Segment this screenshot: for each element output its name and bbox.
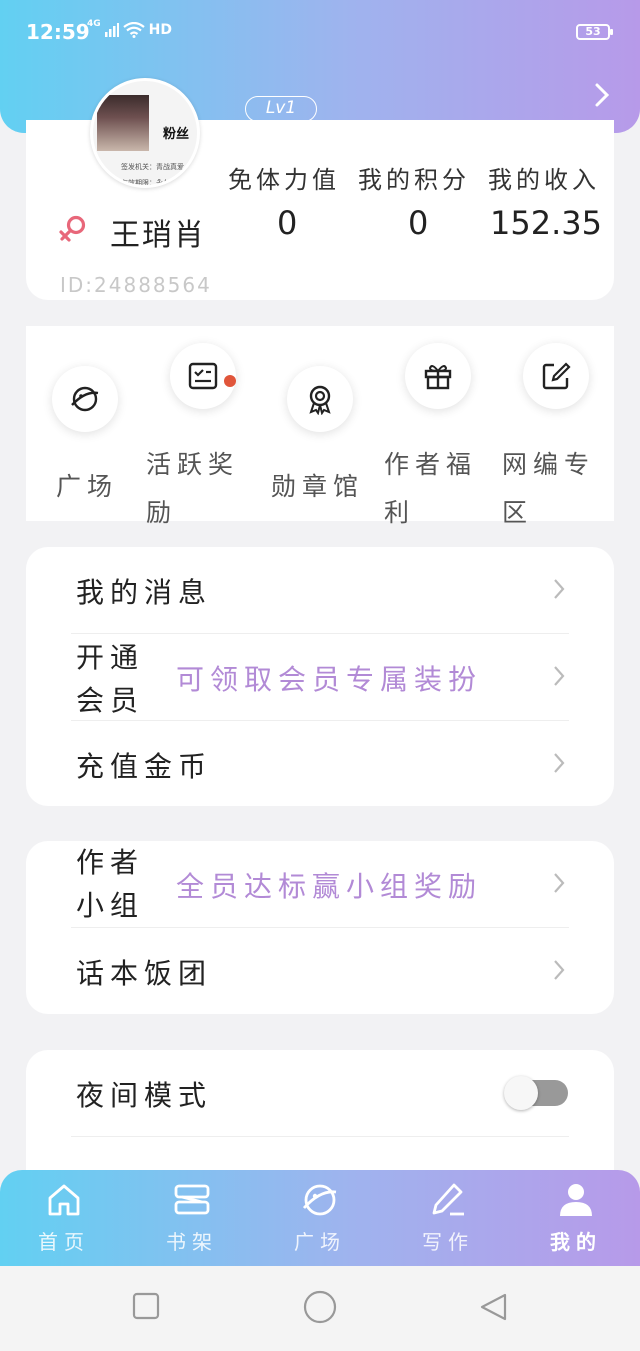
menu-item-label: 充值金币 xyxy=(76,750,213,783)
menu-item-rice-ball[interactable]: 话本饭团 xyxy=(26,928,614,1015)
level-badge[interactable]: Lv1 xyxy=(245,96,317,122)
stat-label[interactable]: 免体力值 xyxy=(228,160,358,195)
menu-item-label: 开通会员 xyxy=(76,641,145,717)
menu-item-membership[interactable]: 开通会员 可领取会员专属装扮 xyxy=(26,634,614,721)
menu-card-account: 我的消息 开通会员 可领取会员专属装扮 充值金币 xyxy=(26,547,614,806)
chevron-right-icon xyxy=(554,579,565,599)
tab-bookshelf[interactable]: 书架 xyxy=(128,1170,256,1266)
divider xyxy=(71,1136,569,1137)
tab-write[interactable]: 写作 xyxy=(384,1170,512,1266)
tab-label: 我的 xyxy=(550,1230,602,1254)
feature-label: 网编专区 xyxy=(502,450,596,527)
wifi-icon xyxy=(122,22,145,38)
chevron-right-icon xyxy=(554,666,565,686)
avatar-small-text: 签发机关：青战真爱 xyxy=(121,163,184,171)
planet-icon xyxy=(52,366,118,432)
tab-label: 广场 xyxy=(294,1230,346,1254)
stat-value[interactable]: 152.35 xyxy=(490,204,602,242)
tab-plaza[interactable]: 广场 xyxy=(256,1170,384,1266)
avatar[interactable]: 粉丝 签发机关：青战真爱 有效期限：永久 xyxy=(90,78,200,188)
menu-item-label: 话本饭团 xyxy=(76,957,213,990)
system-nav-bar xyxy=(0,1266,640,1351)
back-icon[interactable] xyxy=(478,1292,508,1322)
home-button-icon[interactable] xyxy=(303,1290,337,1324)
menu-item-label: 我的消息 xyxy=(76,576,213,609)
menu-item-night-mode: 夜间模式 xyxy=(26,1050,614,1137)
feature-label: 勋章馆 xyxy=(271,472,365,501)
stat-value[interactable]: 0 xyxy=(277,204,297,242)
recent-apps-icon[interactable] xyxy=(132,1292,160,1320)
tab-label: 书架 xyxy=(166,1230,218,1254)
network-label: 4G xyxy=(87,19,101,29)
menu-item-author-group[interactable]: 作者小组 全员达标赢小组奖励 xyxy=(26,841,614,928)
menu-item-label: 作者小组 xyxy=(76,846,145,922)
bottom-tab-bar: 首页 书架 广场 写作 我的 xyxy=(0,1170,640,1266)
pen-icon xyxy=(432,1183,464,1216)
feature-label: 作者福利 xyxy=(384,450,478,527)
avatar-photo xyxy=(97,95,149,151)
medal-icon xyxy=(287,366,353,432)
stat-label[interactable]: 我的积分 xyxy=(358,160,488,195)
chevron-right-icon xyxy=(554,873,565,893)
header-chevron-icon[interactable] xyxy=(594,82,610,108)
tab-mine[interactable]: 我的 xyxy=(512,1170,640,1266)
hd-label: HD xyxy=(148,22,172,38)
tab-label: 写作 xyxy=(422,1230,474,1254)
menu-item-messages[interactable]: 我的消息 xyxy=(26,547,614,634)
tab-label: 首页 xyxy=(38,1230,90,1254)
female-gender-icon xyxy=(59,215,86,242)
user-id: ID:24888564 xyxy=(60,273,212,297)
bookshelf-icon xyxy=(174,1184,210,1215)
username: 王琑肖 xyxy=(110,218,206,253)
author-group-hint: 全员达标赢小组奖励 xyxy=(176,870,483,903)
gift-icon xyxy=(405,343,471,409)
planet-icon xyxy=(302,1184,337,1216)
stat-labels: 免体力值 我的积分 我的收入 xyxy=(228,160,618,195)
stat-value[interactable]: 0 xyxy=(408,204,428,242)
stat-label[interactable]: 我的收入 xyxy=(488,160,618,195)
notification-dot xyxy=(224,375,236,387)
membership-hint: 可领取会员专属装扮 xyxy=(176,663,483,696)
toggle-knob xyxy=(504,1076,538,1110)
person-icon xyxy=(560,1184,592,1216)
edit-icon xyxy=(523,343,589,409)
chevron-right-icon xyxy=(554,753,565,773)
feature-label: 活跃奖励 xyxy=(146,450,240,527)
battery-icon: 53 xyxy=(576,24,613,40)
status-icons: 4G HD xyxy=(87,19,172,38)
menu-card-community: 作者小组 全员达标赢小组奖励 话本饭团 xyxy=(26,841,614,1014)
home-icon xyxy=(48,1184,80,1216)
menu-item-recharge[interactable]: 充值金币 xyxy=(26,721,614,808)
features-card: 广场 活跃奖励 勋章馆 作者福利 网编专区 xyxy=(26,326,614,527)
menu-item-label: 夜间模式 xyxy=(76,1079,213,1112)
avatar-caption: 粉丝 xyxy=(163,127,190,142)
signal-icon xyxy=(104,23,119,37)
tab-home[interactable]: 首页 xyxy=(0,1170,128,1266)
chevron-right-icon xyxy=(554,960,565,980)
status-time: 12:59 xyxy=(26,20,90,44)
night-mode-toggle[interactable] xyxy=(504,1076,568,1110)
